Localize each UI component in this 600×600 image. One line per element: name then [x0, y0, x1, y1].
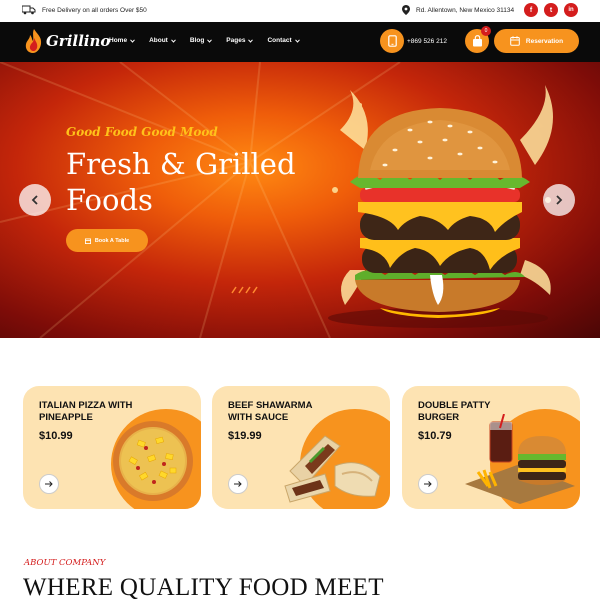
main-navbar: Grillino Home About Blog Pages Contact +…: [0, 22, 600, 62]
product-title: BEEF SHAWARMA WITH SAUCE: [228, 400, 328, 424]
slider-next-button[interactable]: [543, 184, 575, 216]
site-logo[interactable]: Grillino: [24, 28, 110, 54]
logo-text: Grillino: [46, 32, 111, 50]
hero-title: Fresh & Grilled Foods: [66, 146, 296, 218]
menu-item-contact[interactable]: Contact: [267, 37, 300, 44]
decorative-dashes: [231, 286, 258, 294]
burger-combo-image: [465, 414, 575, 504]
menu-item-about[interactable]: About: [149, 37, 176, 44]
phone-number[interactable]: +869 526 212: [407, 38, 447, 45]
hero-title-line1: Fresh & Grilled: [66, 147, 296, 181]
chevron-down-icon: [170, 38, 176, 43]
shopping-bag-icon: [472, 35, 482, 47]
product-title-line2: WITH SAUCE: [228, 412, 289, 423]
hero-tagline: Good Food Good Mood: [66, 125, 218, 139]
cart-count-badge: 0: [481, 26, 491, 36]
menu-item-label: About: [149, 37, 168, 44]
product-title-line1: DOUBLE PATTY: [418, 400, 491, 411]
shawarma-image: [284, 435, 381, 503]
arrow-right-icon: [424, 481, 432, 487]
main-menu: Home About Blog Pages Contact: [109, 37, 314, 44]
arrow-right-icon: [45, 481, 53, 487]
menu-item-pages[interactable]: Pages: [226, 37, 254, 44]
phone-icon: [387, 35, 397, 47]
product-card[interactable]: BEEF SHAWARMA WITH SAUCE $19.99: [212, 386, 390, 509]
menu-item-home[interactable]: Home: [109, 37, 135, 44]
reservation-button[interactable]: Reservation: [494, 29, 579, 53]
product-link-button[interactable]: [418, 474, 438, 494]
menu-item-label: Home: [109, 37, 128, 44]
hero-title-line2: Foods: [66, 183, 153, 217]
menu-item-blog[interactable]: Blog: [189, 37, 213, 44]
calendar-icon: [84, 237, 91, 244]
slider-prev-button[interactable]: [19, 184, 51, 216]
chevron-down-icon: [130, 38, 135, 43]
chevron-left-icon: [31, 195, 38, 205]
delivery-truck-icon: [22, 5, 36, 15]
reservation-label: Reservation: [525, 37, 564, 45]
product-card[interactable]: DOUBLE PATTY BURGER $10.79: [402, 386, 580, 509]
chevron-right-icon: [556, 195, 563, 205]
twitter-icon[interactable]: t: [544, 3, 558, 17]
linkedin-icon[interactable]: in: [564, 3, 578, 17]
facebook-icon[interactable]: f: [524, 3, 538, 17]
location-pin-icon: [402, 5, 410, 15]
pizza-image: [113, 421, 193, 501]
about-section-tag: ABOUT COMPANY: [24, 558, 106, 568]
menu-item-label: Contact: [267, 37, 292, 44]
book-table-button[interactable]: Book A Table: [66, 229, 148, 252]
chevron-down-icon: [294, 38, 300, 43]
product-price: $10.79: [418, 430, 452, 442]
product-link-button[interactable]: [228, 474, 248, 494]
product-card[interactable]: ITALIAN PIZZA WITH PINEAPPLE $10.99: [23, 386, 201, 509]
book-table-label: Book A Table: [94, 237, 130, 244]
chevron-down-icon: [248, 38, 254, 43]
hero-slider: Good Food Good Mood Fresh & Grilled Food…: [0, 62, 600, 338]
flame-icon: [25, 29, 42, 53]
phone-button[interactable]: [380, 29, 404, 53]
product-title-line1: ITALIAN PIZZA WITH: [39, 400, 133, 411]
delivery-notice: Free Delivery on all orders Over $50: [22, 5, 147, 15]
hero-burger-image: [328, 85, 553, 328]
product-link-button[interactable]: [39, 474, 59, 494]
product-title-line1: BEEF SHAWARMA: [228, 400, 313, 411]
top-info-bar: Free Delivery on all orders Over $50 Rd.…: [0, 0, 600, 22]
arrow-right-icon: [234, 481, 242, 487]
product-price: $10.99: [39, 430, 73, 442]
about-section-title: WHERE QUALITY FOOD MEET: [23, 574, 384, 600]
address: Rd. Allentown, New Mexico 31134: [402, 5, 514, 15]
product-price: $19.99: [228, 430, 262, 442]
address-text: Rd. Allentown, New Mexico 31134: [416, 6, 515, 14]
calendar-icon: [510, 36, 520, 46]
chevron-down-icon: [207, 38, 213, 43]
menu-item-label: Blog: [189, 37, 205, 44]
menu-item-label: Pages: [226, 37, 246, 44]
delivery-text: Free Delivery on all orders Over $50: [42, 6, 147, 14]
